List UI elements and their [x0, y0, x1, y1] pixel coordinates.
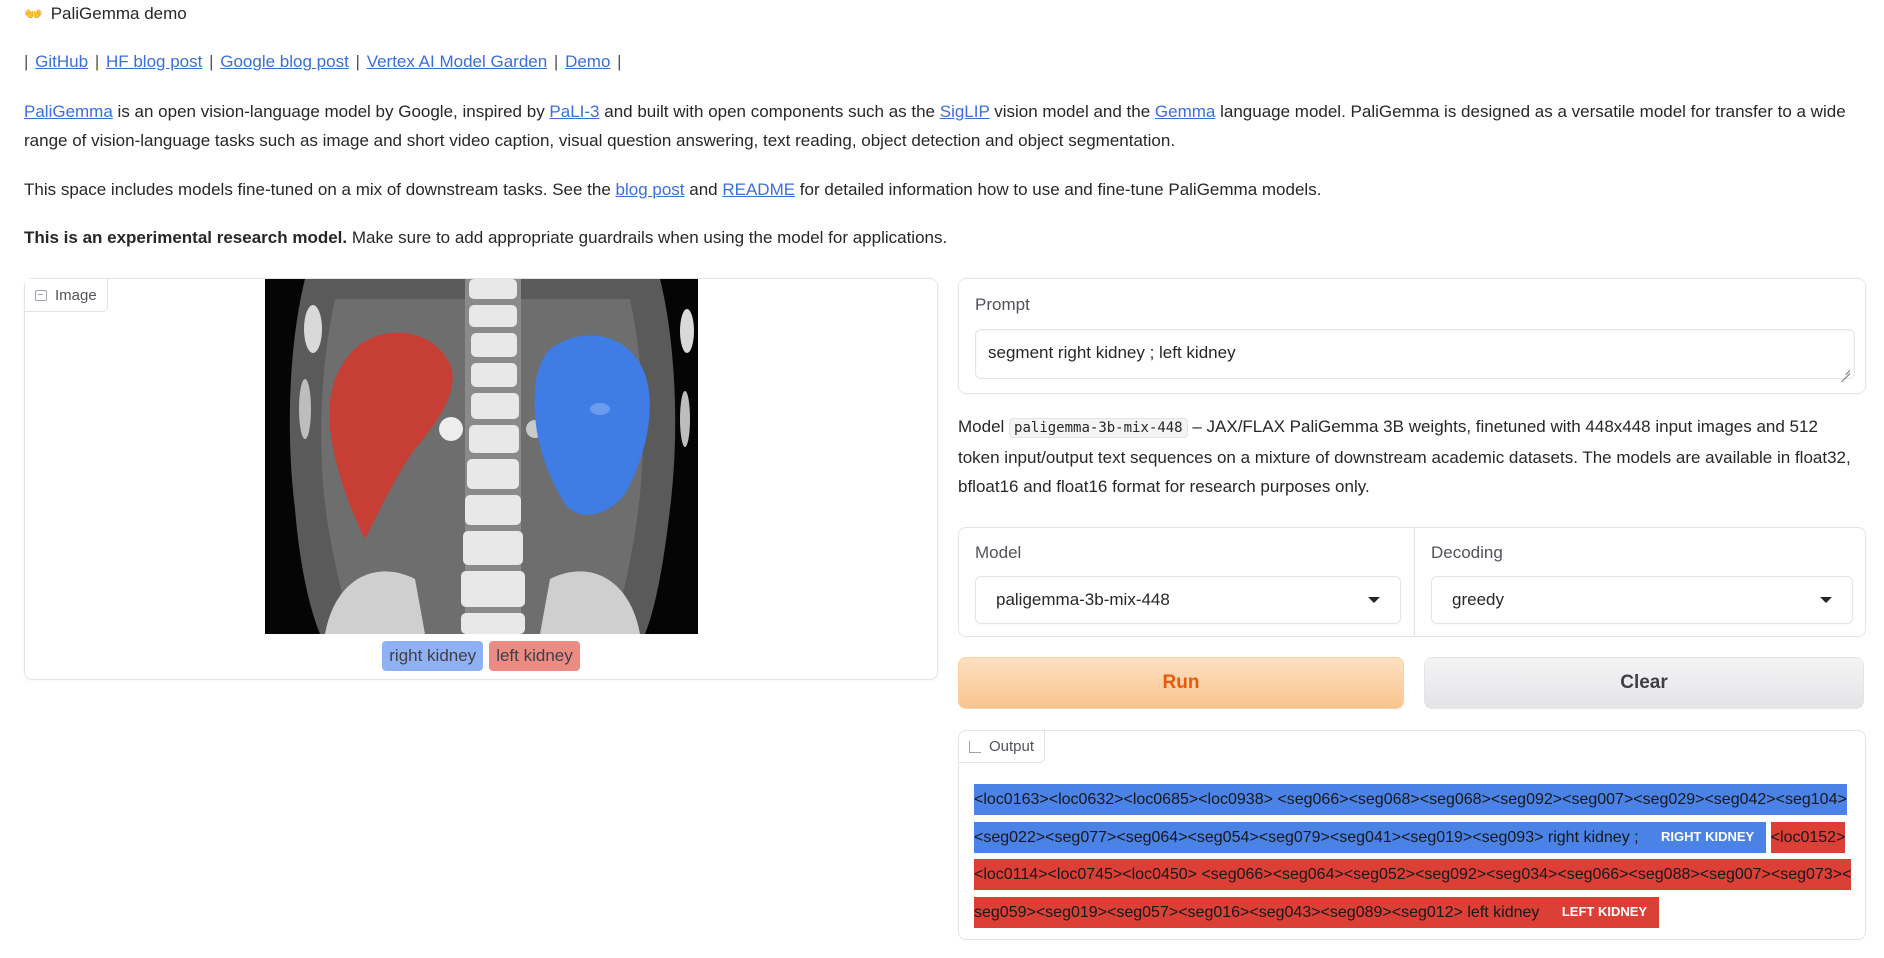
caret-down-icon: [1820, 597, 1832, 603]
badge-left-kidney: LEFT KIDNEY: [1561, 904, 1648, 920]
app-title-row: 👐 PaliGemma demo: [24, 4, 187, 24]
link-github[interactable]: GitHub: [35, 52, 88, 71]
model-select-label: Model: [975, 543, 1022, 562]
hands-icon: 👐: [24, 6, 43, 23]
output-panel: Output <loc0163><loc0632><loc0685><loc09…: [958, 730, 1866, 940]
link-blog-post[interactable]: blog post: [616, 180, 685, 199]
segmentation-legend: right kidney left kidney: [25, 641, 937, 671]
space-info-paragraph: This space includes models fine-tuned on…: [24, 180, 1322, 199]
caret-down-icon: [1368, 597, 1380, 603]
link-pali3[interactable]: PaLI-3: [549, 102, 599, 121]
divider: [1414, 528, 1415, 636]
settings-panel: Model paligemma-3b-mix-448 Decoding gree…: [958, 527, 1866, 637]
image-panel: Image right kidney left kidney: [24, 278, 938, 680]
link-hf-blog[interactable]: HF blog post: [106, 52, 202, 71]
legend-left-kidney: left kidney: [489, 641, 580, 671]
prompt-input[interactable]: segment right kidney ; left kidney: [975, 329, 1855, 379]
output-text: <loc0163><loc0632><loc0685><loc0938> <se…: [974, 781, 1852, 931]
intro-paragraph: PaliGemma is an open vision-language mod…: [24, 102, 1846, 150]
badge-right-kidney: RIGHT KIDNEY: [1661, 829, 1755, 845]
link-google-blog[interactable]: Google blog post: [220, 52, 349, 71]
run-button[interactable]: Run: [958, 657, 1404, 709]
warning-paragraph: This is an experimental research model. …: [24, 228, 948, 247]
output-label-tag: Output: [959, 731, 1046, 763]
links-row: | GitHub | HF blog post | Google blog po…: [24, 52, 622, 71]
app-title: PaliGemma demo: [50, 4, 187, 23]
link-readme[interactable]: README: [722, 180, 795, 199]
model-code: paligemma-3b-mix-448: [1009, 418, 1188, 438]
ct-scan-graphic: [265, 279, 698, 634]
model-description: Model paligemma-3b-mix-448 – JAX/FLAX Pa…: [958, 417, 1851, 496]
link-paligemma[interactable]: PaliGemma: [24, 102, 113, 121]
ct-scan-image: [265, 279, 698, 634]
legend-right-kidney: right kidney: [382, 641, 484, 671]
decoding-select[interactable]: greedy: [1431, 576, 1853, 624]
model-select[interactable]: paligemma-3b-mix-448: [975, 576, 1401, 624]
image-icon: [35, 289, 47, 301]
link-vertex-ai[interactable]: Vertex AI Model Garden: [367, 52, 548, 71]
link-demo[interactable]: Demo: [565, 52, 610, 71]
link-gemma[interactable]: Gemma: [1155, 102, 1215, 121]
decoding-select-label: Decoding: [1431, 543, 1503, 562]
clear-button[interactable]: Clear: [1424, 657, 1864, 709]
chart-icon: [969, 740, 981, 753]
resize-handle-icon[interactable]: [1840, 364, 1850, 374]
image-label-tag: Image: [25, 279, 108, 312]
prompt-label: Prompt: [975, 295, 1030, 314]
output-segment-right-kidney: <loc0163><loc0632><loc0685><loc0938> <se…: [974, 784, 1847, 853]
link-siglip[interactable]: SigLIP: [940, 102, 990, 121]
prompt-panel: Prompt segment right kidney ; left kidne…: [958, 278, 1866, 394]
